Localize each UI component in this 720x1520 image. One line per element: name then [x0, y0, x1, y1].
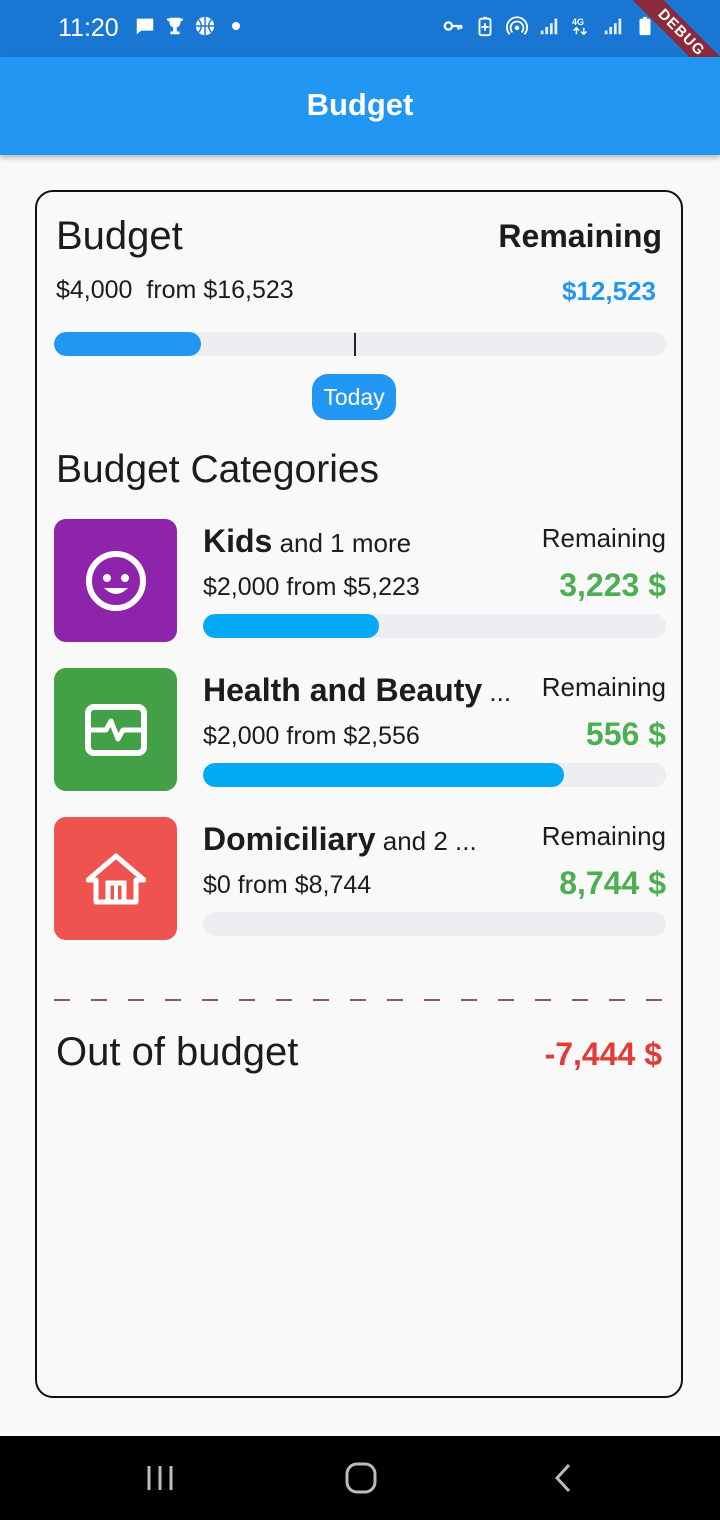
- recent-apps-button[interactable]: [130, 1458, 190, 1498]
- remaining-amount: $12,523: [562, 276, 656, 306]
- divider-dashed: [54, 999, 668, 1001]
- category-progress-bar: [203, 763, 666, 787]
- today-badge: Today: [312, 374, 396, 420]
- category-item-kids[interactable]: Kids and 1 more Remaining $2,000 from $5…: [54, 519, 666, 643]
- status-time: 11:20: [58, 14, 119, 42]
- budget-total: from $16,523: [146, 276, 294, 304]
- home-button[interactable]: [331, 1458, 391, 1498]
- category-icon-tile: [54, 668, 177, 791]
- notification-dot-icon: [232, 22, 240, 30]
- status-notification-icons: [134, 15, 240, 37]
- category-progress-bar: [203, 912, 666, 936]
- status-bar: 11:20 4G DEBUG: [0, 0, 720, 94]
- system-nav-bar: [0, 1436, 720, 1520]
- budget-spent: $4,000: [56, 276, 133, 304]
- category-name: Health and Beauty ...: [203, 672, 512, 708]
- out-of-budget-label: Out of budget: [56, 1030, 299, 1074]
- today-marker: [353, 333, 356, 356]
- budget-progress-fill: [54, 332, 201, 356]
- category-remaining-value: 556 $: [585, 716, 666, 752]
- battery-saver-icon: [478, 16, 492, 37]
- app-bar: Budget: [0, 57, 720, 155]
- budget-title: Budget: [56, 214, 183, 258]
- remaining-title: Remaining: [498, 218, 662, 254]
- house-icon: [85, 853, 146, 904]
- category-amount: $2,000 from $2,556: [203, 722, 420, 750]
- category-item-health-beauty[interactable]: Health and Beauty ... Remaining $2,000 f…: [54, 668, 666, 792]
- basketball-icon: [195, 16, 215, 36]
- baby-face-icon: [85, 550, 146, 611]
- back-icon: [554, 1463, 571, 1493]
- categories-title: Budget Categories: [56, 448, 380, 491]
- category-amount: $0 from $8,744: [203, 871, 372, 899]
- category-remaining-value: 8,744 $: [559, 865, 666, 901]
- out-of-budget-value: -7,444 $: [544, 1036, 662, 1072]
- category-remaining-label: Remaining: [541, 821, 666, 851]
- hotspot-icon: [506, 16, 528, 35]
- budget-amount: $4,000 from $16,523: [56, 276, 294, 305]
- category-progress-fill: [203, 763, 565, 787]
- category-icon-tile: [54, 817, 177, 940]
- budget-progress-bar: [54, 332, 666, 356]
- category-remaining-value: 3,223 $: [559, 567, 666, 603]
- vpn-key-icon: [443, 21, 463, 31]
- budget-card[interactable]: Budget Remaining $4,000 from $16,523 $12…: [35, 190, 683, 1398]
- home-icon: [345, 1462, 377, 1494]
- signal-icon: [540, 18, 558, 35]
- category-name: Domiciliary and 2 ...: [203, 821, 477, 857]
- category-remaining-label: Remaining: [541, 672, 666, 702]
- page-title: Budget: [306, 87, 414, 122]
- 4g-icon: 4G: [572, 17, 588, 36]
- category-amount: $2,000 from $5,223: [203, 573, 420, 601]
- category-progress-fill: [203, 614, 379, 638]
- svg-text:4G: 4G: [572, 17, 584, 27]
- message-icon: [136, 18, 154, 35]
- recent-apps-icon: [147, 1466, 173, 1490]
- category-name: Kids and 1 more: [203, 523, 412, 559]
- category-item-domiciliary[interactable]: Domiciliary and 2 ... Remaining $0 from …: [54, 817, 666, 941]
- category-progress-bar: [203, 614, 666, 638]
- trophy-icon: [166, 17, 184, 35]
- category-icon-tile: [54, 519, 177, 642]
- heartbeat-monitor-icon: [84, 703, 147, 756]
- back-button[interactable]: [533, 1458, 593, 1498]
- category-remaining-label: Remaining: [541, 523, 666, 553]
